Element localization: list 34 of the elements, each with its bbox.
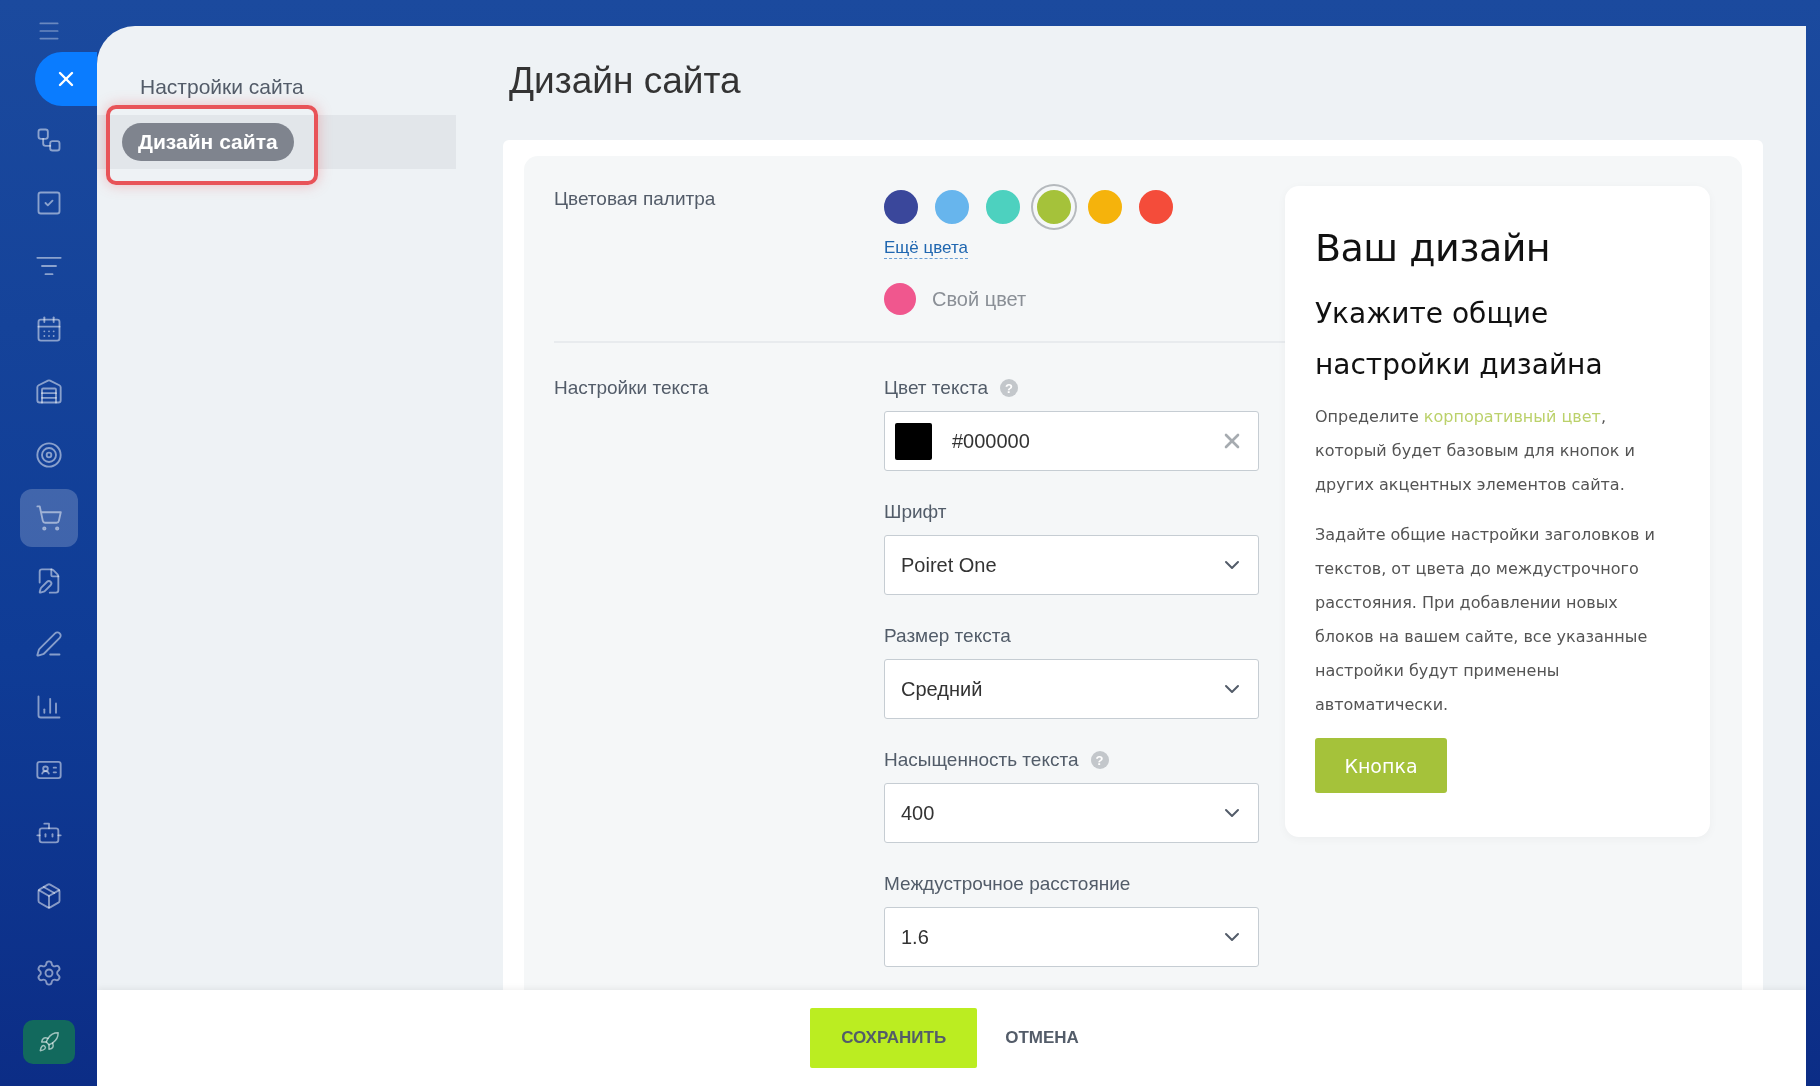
select-field[interactable]: 400 [884,783,1259,843]
cancel-button[interactable]: ОТМЕНА [1001,1018,1083,1058]
target-icon [34,441,63,469]
page-title: Дизайн сайта [509,60,742,102]
field-label: Шрифт [884,501,947,523]
field-label: Междустрочное расстояние [884,873,1131,895]
preview-subtitle: Укажите общие настройки дизайна [1315,296,1604,383]
select-field[interactable]: Средний [884,659,1259,719]
color-chip [895,422,932,460]
select-field[interactable]: Poiret One [884,535,1259,595]
rocket-icon [37,1031,60,1053]
preview-title: Ваш дизайн [1315,226,1552,270]
cart-icon [34,504,63,532]
rocket-button[interactable] [22,1020,75,1064]
color-swatch[interactable] [1033,186,1075,228]
section-label: Настройки текста [554,376,710,400]
select-field[interactable]: 1.6 [884,907,1259,967]
warehouse-icon [34,378,63,406]
nav-title: Настройки сайта [139,75,305,99]
rail-item[interactable] [19,489,78,547]
nav-item[interactable]: Дизайн сайта [122,123,294,161]
color-field[interactable]: #000000 [884,411,1259,471]
more-colors-link[interactable]: Ещё цвета [884,238,969,259]
pen-icon [34,630,63,658]
save-button[interactable]: СОХРАНИТЬ [810,1008,978,1068]
preview-paragraph: Задайте общие настройки заголовков и текстов, от цвета до междустрочного расстояния. При добавлении новых блоков на вашем сайте, все указанные настройки будут применены автоматически. [1315,524,1656,716]
field-label: Насыщенность текста [884,749,1079,771]
preview-paragraph: Определите корпоративный цвет, который будет базовым для кнопок и других акцентных элементов сайта. [1315,406,1636,496]
close-button[interactable] [35,52,97,106]
custom-color-swatch[interactable] [884,283,916,315]
field-label: Размер текста [884,625,1011,647]
custom-color-label: Свой цвет [932,287,1027,311]
field-label: Цвет текста [884,377,988,399]
section-label: Цветовая палитра [554,187,717,211]
